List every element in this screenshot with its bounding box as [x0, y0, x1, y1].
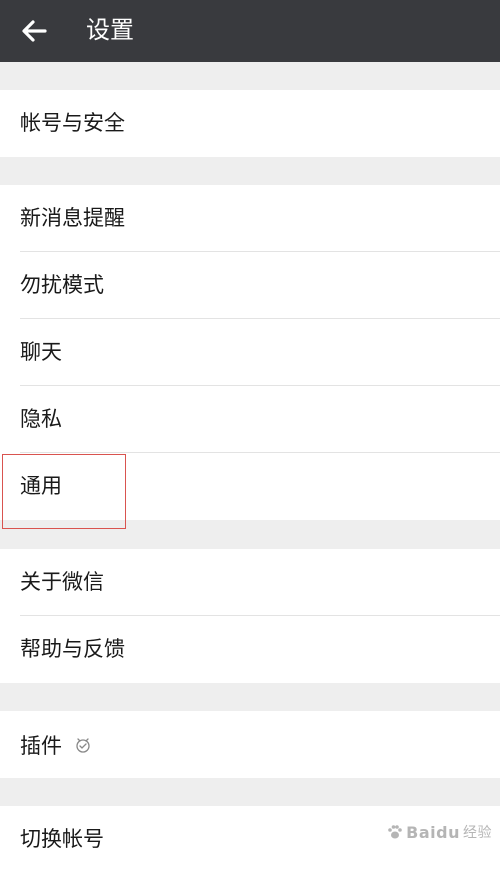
- settings-item-help-feedback[interactable]: 帮助与反馈: [0, 616, 500, 683]
- settings-item-new-message-alerts[interactable]: 新消息提醒: [0, 185, 500, 252]
- settings-item-do-not-disturb[interactable]: 勿扰模式: [0, 252, 500, 319]
- account-group: 帐号与安全: [0, 90, 500, 157]
- about-group: 关于微信 帮助与反馈: [0, 549, 500, 683]
- settings-item-general[interactable]: 通用: [0, 453, 500, 520]
- arrow-left-icon: [22, 20, 47, 42]
- settings-item-label: 帐号与安全: [20, 111, 125, 135]
- watermark-suffix: 经验: [463, 825, 492, 841]
- settings-item-label: 聊天: [20, 340, 62, 364]
- settings-item-account-security[interactable]: 帐号与安全: [0, 90, 500, 157]
- settings-item-label: 新消息提醒: [20, 206, 125, 230]
- settings-item-label: 帮助与反馈: [20, 637, 125, 661]
- page-title: 设置: [86, 16, 134, 44]
- back-button[interactable]: [16, 13, 52, 49]
- watermark-brand: Baidu: [406, 822, 460, 842]
- settings-item-label: 关于微信: [20, 570, 104, 594]
- settings-item-about-wechat[interactable]: 关于微信: [0, 549, 500, 616]
- settings-item-privacy[interactable]: 隐私: [0, 386, 500, 453]
- settings-item-label: 插件: [20, 733, 62, 758]
- settings-item-label: 勿扰模式: [20, 273, 104, 297]
- settings-item-label: 隐私: [20, 407, 62, 431]
- settings-item-chat[interactable]: 聊天: [0, 319, 500, 386]
- settings-item-label: 通用: [20, 474, 62, 498]
- title-bar: 设置: [0, 0, 500, 62]
- paw-icon: [388, 825, 402, 839]
- preferences-group: 新消息提醒 勿扰模式 聊天 隐私 通用: [0, 185, 500, 520]
- baidu-watermark: Baidu 经验: [386, 822, 492, 842]
- settings-item-label: 切换帐号: [20, 827, 104, 851]
- plugins-group: 插件: [0, 711, 500, 778]
- plugin-status-icon: [76, 737, 90, 753]
- settings-item-plugins[interactable]: 插件: [0, 711, 500, 778]
